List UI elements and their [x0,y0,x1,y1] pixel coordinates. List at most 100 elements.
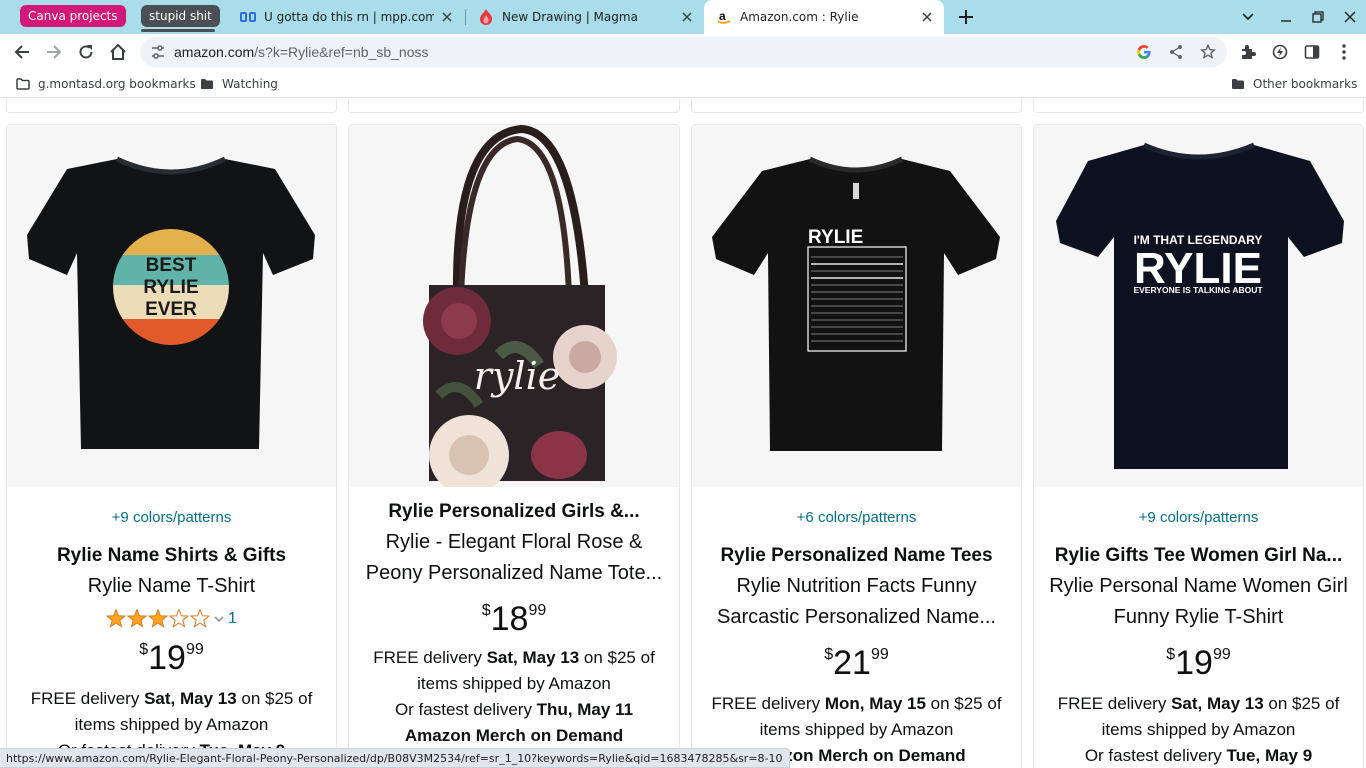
product-brand[interactable]: Rylie Personalized Girls &... [349,497,679,527]
amazon-favicon-icon: a [716,9,732,25]
tab-title: U gotta do this rn | mpp.commu [264,10,434,24]
close-icon[interactable] [678,8,696,26]
fastest-prefix: Or fastest delivery [394,700,537,719]
minimize-button[interactable] [1274,5,1298,29]
delivery-prefix: FREE delivery [373,648,487,667]
star-empty-icon [189,609,211,628]
bookmark-star-icon[interactable] [1196,40,1220,64]
product-title[interactable]: Rylie Name T-Shirt [7,571,336,602]
price: $ 19 99 [1034,643,1363,683]
price-whole: 18 [490,600,529,638]
product-card[interactable]: RYLIE +6 colors/patterns Rylie Personali… [691,124,1022,768]
delivery-info: FREE delivery Sat, May 13 on $25 of item… [349,645,679,723]
star-filled-icon [147,609,169,628]
product-brand[interactable]: Rylie Name Shirts & Gifts [7,541,336,571]
product-image[interactable]: I'M THAT LEGENDARY RYLIE EVERYONE IS TAL… [1034,125,1363,487]
merch-label: Amazon Merch on Demand [404,726,624,745]
tab-group-underline [141,29,215,32]
bookmark-folder-gmontasd[interactable]: g.montasd.org bookmarks [16,75,196,93]
product-title-text: Rylie - Elegant Floral Rose & Peony Pers… [365,531,663,584]
rating-count[interactable]: 1 [228,610,237,628]
forward-button[interactable] [40,38,68,66]
shirt-print-line: EVER [145,299,197,320]
rating[interactable]: 1 [7,606,336,632]
product-brand[interactable]: Rylie Personalized Name Tees [692,541,1021,571]
delivery-prefix: FREE delivery [30,689,145,708]
product-card[interactable]: rylie Rylie Personalized Girls &... Ryli… [348,124,680,768]
back-button[interactable] [8,38,36,66]
restore-button[interactable] [1306,5,1330,29]
tab-title: Amazon.com : Rylie [740,10,859,24]
side-panel-icon[interactable] [1298,38,1326,66]
google-lens-icon[interactable] [1132,40,1156,64]
shirt-print-text: RYLIE [808,227,863,248]
fastest-date: Tue, May 9 [1226,746,1313,765]
fastest-date: Thu, May 11 [536,700,634,719]
previous-row-card [691,99,1022,113]
close-window-button[interactable] [1338,5,1362,29]
star-empty-icon [168,609,190,628]
delivery-date: Mon, May 15 [824,694,926,713]
star-filled-icon [126,609,148,628]
price-symbol: $ [824,646,834,663]
tab-strip: Canva projects stupid shit U gotta do th… [0,0,1366,34]
product-image[interactable]: rylie [349,125,679,487]
delivery-date: Sat, May 13 [1171,694,1264,713]
tab-magma[interactable]: New Drawing | Magma [466,0,704,34]
price-fraction: 99 [1212,646,1231,663]
product-brand[interactable]: Rylie Gifts Tee Women Girl Na... [1034,541,1363,571]
tab-search-button[interactable] [1236,5,1260,29]
chevron-down-icon [214,616,224,622]
product-card[interactable]: BEST RYLIE EVER +9 colors/patterns Rylie… [6,124,337,768]
url-text[interactable]: amazon.com/s?k=Rylie&ref=nb_sb_noss [174,37,428,67]
menu-icon[interactable] [1330,38,1358,66]
url-host: amazon.com [174,44,255,60]
product-title[interactable]: Rylie - Elegant Floral Rose & Peony Pers… [349,527,679,589]
shirt-print-line: RYLIE [143,277,198,298]
home-button[interactable] [104,38,132,66]
performance-icon[interactable] [1266,38,1294,66]
delivery-prefix: FREE delivery [1057,694,1172,713]
price-symbol: $ [1166,646,1176,663]
colors-patterns-link[interactable]: +9 colors/patterns [1034,509,1363,526]
other-bookmarks[interactable]: Other bookmarks [1231,75,1357,93]
product-title[interactable]: Rylie Nutrition Facts Funny Sarcastic Pe… [692,571,1021,633]
bookmark-label: g.montasd.org bookmarks [38,77,196,91]
tab-amazon[interactable]: a Amazon.com : Rylie [704,0,944,34]
product-card[interactable]: I'M THAT LEGENDARY RYLIE EVERYONE IS TAL… [1033,124,1364,768]
close-icon[interactable] [438,8,456,26]
tab-mpp[interactable]: U gotta do this rn | mpp.commu [228,0,464,34]
site-info-icon[interactable] [150,44,166,65]
price: $ 21 99 [692,643,1021,683]
tab-group-stupid-shit[interactable]: stupid shit [141,5,220,27]
extensions-icon[interactable] [1234,38,1262,66]
price-symbol: $ [481,602,491,619]
delivery-date: Sat, May 13 [486,648,580,667]
price-whole: 19 [1175,644,1213,682]
reload-button[interactable] [72,38,100,66]
new-tab-button[interactable] [954,5,978,29]
bb-favicon-icon [240,9,256,25]
url-path: /s?k=Rylie&ref=nb_sb_noss [254,44,429,60]
colors-patterns-link[interactable]: +9 colors/patterns [7,509,336,526]
address-bar[interactable]: amazon.com/s?k=Rylie&ref=nb_sb_noss [140,37,1227,67]
colors-patterns-link[interactable]: +6 colors/patterns [692,509,1021,526]
price-fraction: 99 [528,602,547,619]
price-fraction: 99 [185,641,204,658]
close-icon[interactable] [918,8,936,26]
delivery-date: Sat, May 13 [144,689,237,708]
search-results-page: BEST RYLIE EVER +9 colors/patterns Rylie… [0,99,1366,768]
price: $ 19 99 [7,638,336,678]
share-icon[interactable] [1164,40,1188,64]
shirt-print-line: BEST [146,255,197,276]
star-filled-icon [106,609,127,628]
product-image[interactable]: RYLIE [692,125,1021,487]
product-title[interactable]: Rylie Personal Name Women Girl Funny Ryl… [1034,571,1363,633]
previous-row-card [348,99,680,113]
bookmark-folder-watching[interactable]: Watching [200,75,278,93]
product-title-text: Rylie Nutrition Facts Funny Sarcastic Pe… [716,575,996,628]
folder-icon [16,78,30,90]
price-whole: 21 [833,644,871,682]
product-image[interactable]: BEST RYLIE EVER [7,125,336,487]
tab-group-canva-projects[interactable]: Canva projects [20,5,126,27]
